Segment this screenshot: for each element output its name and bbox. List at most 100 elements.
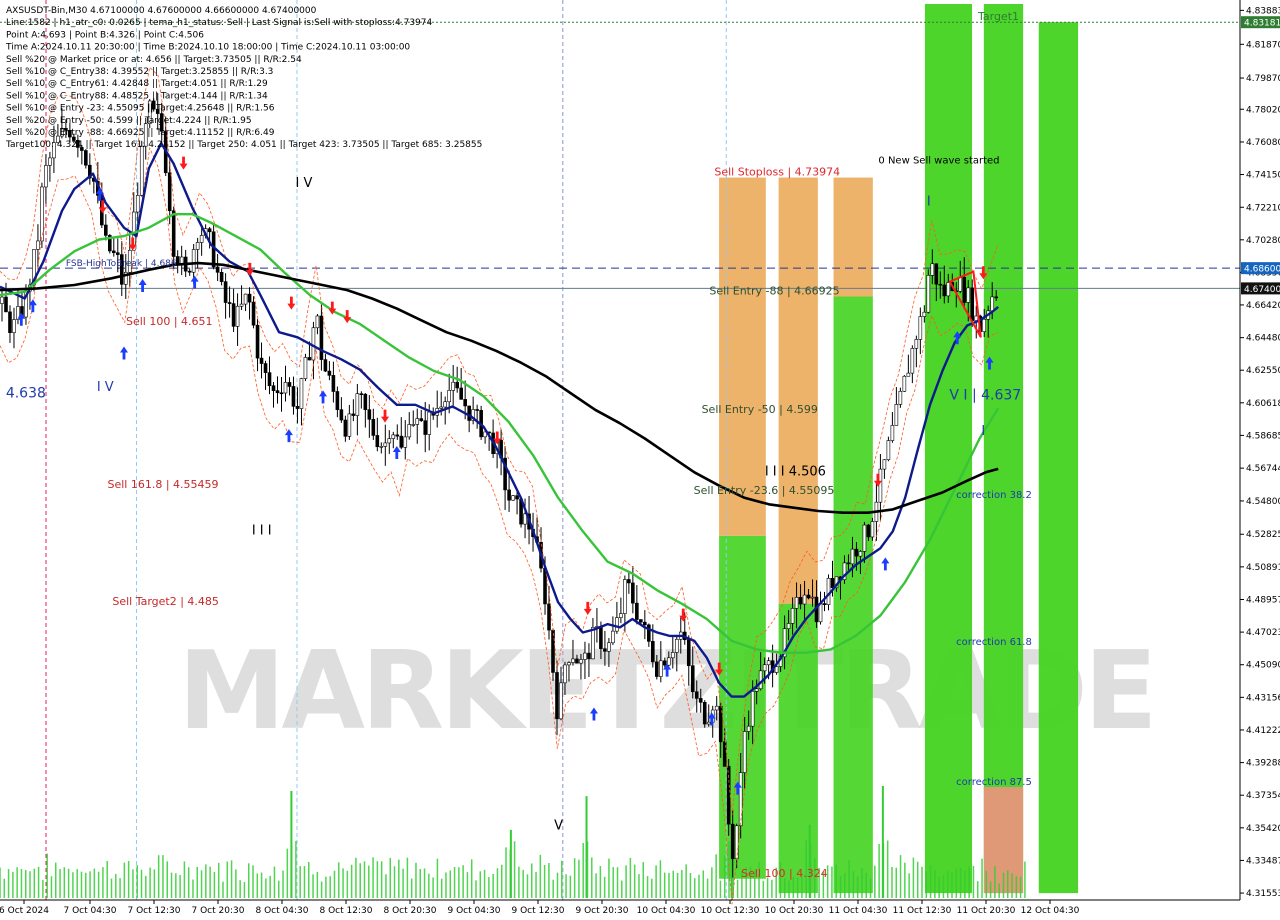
candle-body — [363, 393, 368, 410]
candle-body — [459, 387, 463, 400]
candle-body — [323, 359, 328, 372]
candle-body — [742, 731, 747, 773]
time-tick-label: 11 Oct 12:30 — [893, 906, 952, 916]
candle-body — [555, 672, 559, 720]
candle-body — [415, 418, 420, 425]
time-tick-label: 8 Oct 12:30 — [320, 906, 373, 916]
annotation-label: 4.638 — [6, 386, 46, 402]
zone-orange-2 — [778, 177, 818, 604]
candle-body — [938, 283, 943, 286]
zone-green-6 — [1038, 22, 1079, 894]
candle-body — [171, 210, 176, 257]
candle-body — [299, 378, 304, 409]
candle-body — [139, 145, 144, 196]
candle-body — [894, 404, 899, 426]
candle-body — [223, 281, 228, 303]
candle-body — [886, 440, 891, 461]
time-tick-label: 8 Oct 20:30 — [384, 906, 437, 916]
candle-body — [451, 381, 455, 391]
price-tick-label: 4.79870 — [1246, 74, 1280, 84]
zone-green-3 — [833, 296, 873, 894]
candle-body — [271, 385, 276, 391]
candle-body — [563, 664, 567, 684]
candle-body — [850, 548, 855, 565]
candle-body — [858, 551, 863, 557]
candle-body — [575, 658, 579, 664]
candle-body — [559, 682, 563, 720]
candle-body — [279, 392, 284, 395]
candle-body — [970, 287, 975, 321]
candle-body — [355, 393, 360, 416]
candle-body — [375, 435, 380, 448]
candle-body — [966, 287, 971, 303]
candle-body — [926, 275, 931, 313]
candle-body — [890, 425, 895, 441]
candle-body — [686, 639, 691, 667]
candle-body — [615, 617, 619, 632]
candle-body — [758, 670, 763, 690]
time-tick-label: 6 Oct 2024 — [0, 906, 49, 916]
candle-body — [187, 270, 192, 273]
chart-background — [0, 0, 1280, 920]
annotation-label: I — [981, 424, 985, 439]
candle-body — [930, 263, 935, 276]
info-line: Sell %10 @ C_Entry38: 4.39552 || Target:… — [6, 67, 273, 77]
time-tick-label: 9 Oct 20:30 — [576, 906, 629, 916]
annotation-label: I V — [97, 380, 114, 395]
candle-body — [663, 660, 667, 666]
price-tick-label: 4.74150 — [1246, 171, 1280, 181]
price-tick-label: 4.60618 — [1246, 399, 1280, 409]
candle-body — [690, 665, 695, 693]
candle-body — [303, 357, 308, 379]
annotation-label: 0 New Sell wave started — [878, 155, 999, 166]
time-tick-label: 10 Oct 04:30 — [637, 906, 696, 916]
candle-body — [379, 445, 384, 448]
candle-body — [571, 658, 575, 663]
candle-body — [655, 661, 659, 677]
price-tick-label: 4.43156 — [1246, 693, 1280, 703]
candle-body — [443, 401, 447, 408]
annotation-label: I I I — [252, 523, 272, 538]
candle-body — [738, 772, 743, 827]
candle-body — [846, 562, 851, 565]
annotation-label: Sell 100 | 4.651 — [126, 315, 213, 328]
candle-body — [247, 293, 252, 303]
candle-body — [651, 641, 655, 663]
time-tick-label: 9 Oct 04:30 — [448, 906, 501, 916]
candle-body — [766, 660, 771, 666]
candle-body — [830, 578, 835, 589]
price-tag-label: 4.67400 — [1244, 285, 1280, 295]
candle-body — [639, 619, 643, 623]
candle-body — [754, 688, 759, 692]
candle-body — [235, 305, 240, 327]
price-chart: MARKETZITRADE Target10 New Sell wave sta… — [0, 0, 1280, 920]
candle-body — [387, 438, 392, 444]
candle-body — [243, 293, 248, 305]
annotation-label: Sell Entry -88 | 4.66925 — [709, 284, 839, 297]
annotation-label: I I I 4.506 — [765, 464, 826, 479]
price-tick-label: 4.45090 — [1246, 661, 1280, 671]
candle-body — [227, 302, 232, 304]
annotation-label: V — [554, 819, 563, 834]
time-tick-label: 7 Oct 20:30 — [192, 906, 245, 916]
candle-body — [339, 409, 344, 421]
candle-body — [447, 390, 451, 403]
price-tick-label: 4.72210 — [1246, 203, 1280, 213]
candle-body — [946, 282, 951, 297]
candle-body — [906, 372, 911, 377]
candle-body — [104, 224, 108, 236]
price-tick-label: 4.81870 — [1246, 40, 1280, 50]
candle-body — [199, 235, 204, 243]
candle-body — [391, 434, 396, 439]
annotation-label: FSB-HighToBreak | 4.686 — [66, 259, 177, 269]
candle-body — [579, 659, 583, 664]
candle-body — [411, 424, 416, 426]
candle-body — [702, 702, 707, 725]
candle-body — [990, 296, 995, 312]
candle-body — [790, 608, 795, 624]
candle-body — [291, 386, 296, 407]
info-line: Sell %10 @ C_Entry61: 4.42848 || Target:… — [6, 79, 268, 89]
candle-body — [730, 823, 735, 860]
candle-body — [4, 296, 8, 313]
time-tick-label: 10 Oct 20:30 — [765, 906, 824, 916]
